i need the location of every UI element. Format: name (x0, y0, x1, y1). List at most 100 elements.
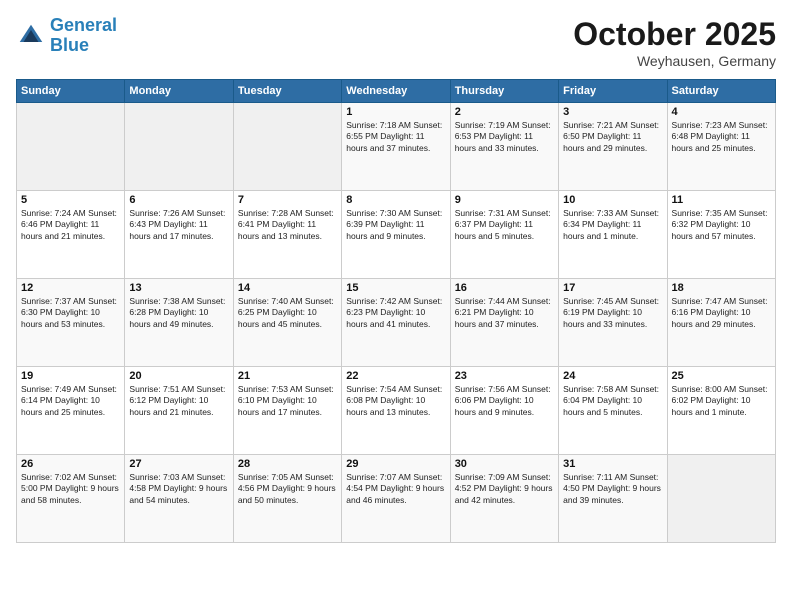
day-cell: 1 Sunrise: 7:18 AM Sunset: 6:55 PM Daylig… (342, 103, 450, 191)
day-number: 30 (455, 458, 554, 470)
day-number: 18 (672, 282, 771, 294)
day-info: Sunrise: 7:30 AM Sunset: 6:39 PM Dayligh… (346, 208, 445, 242)
day-cell: 12 Sunrise: 7:37 AM Sunset: 6:30 PM Dayli… (17, 279, 125, 367)
day-number: 28 (238, 458, 337, 470)
day-cell: 18 Sunrise: 7:47 AM Sunset: 6:16 PM Dayli… (667, 279, 775, 367)
week-row-5: 26 Sunrise: 7:02 AM Sunset: 5:00 PM Dayli… (17, 455, 776, 543)
day-info: Sunrise: 7:58 AM Sunset: 6:04 PM Dayligh… (563, 384, 662, 418)
day-number: 23 (455, 370, 554, 382)
day-number: 3 (563, 106, 662, 118)
day-number: 2 (455, 106, 554, 118)
day-info: Sunrise: 7:23 AM Sunset: 6:48 PM Dayligh… (672, 120, 771, 154)
logo-icon (16, 21, 46, 51)
day-cell: 31Sunrise: 7:11 AM Sunset: 4:50 PM Dayli… (559, 455, 667, 543)
weekday-header-monday: Monday (125, 80, 233, 103)
day-number: 19 (21, 370, 120, 382)
day-info: Sunrise: 7:37 AM Sunset: 6:30 PM Dayligh… (21, 296, 120, 330)
day-number: 11 (672, 194, 771, 206)
day-info: Sunrise: 7:19 AM Sunset: 6:53 PM Dayligh… (455, 120, 554, 154)
day-number: 1 (346, 106, 445, 118)
day-number: 21 (238, 370, 337, 382)
weekday-header-friday: Friday (559, 80, 667, 103)
day-info: Sunrise: 7:44 AM Sunset: 6:21 PM Dayligh… (455, 296, 554, 330)
day-cell: 7Sunrise: 7:28 AM Sunset: 6:41 PM Daylig… (233, 191, 341, 279)
day-info: Sunrise: 7:26 AM Sunset: 6:43 PM Dayligh… (129, 208, 228, 242)
day-number: 22 (346, 370, 445, 382)
day-cell: 22 Sunrise: 7:54 AM Sunset: 6:08 PM Dayli… (342, 367, 450, 455)
day-number: 26 (21, 458, 120, 470)
day-cell (17, 103, 125, 191)
day-info: Sunrise: 7:24 AM Sunset: 6:46 PM Dayligh… (21, 208, 120, 242)
day-cell: 28 Sunrise: 7:05 AM Sunset: 4:56 PM Dayli… (233, 455, 341, 543)
weekday-header-row: SundayMondayTuesdayWednesdayThursdayFrid… (17, 80, 776, 103)
day-number: 8 (346, 194, 445, 206)
day-cell: 9 Sunrise: 7:31 AM Sunset: 6:37 PM Daylig… (450, 191, 558, 279)
day-info: Sunrise: 7:40 AM Sunset: 6:25 PM Dayligh… (238, 296, 337, 330)
day-cell: 11 Sunrise: 7:35 AM Sunset: 6:32 PM Dayli… (667, 191, 775, 279)
day-number: 6 (129, 194, 228, 206)
day-info: Sunrise: 7:09 AM Sunset: 4:52 PM Dayligh… (455, 472, 554, 506)
day-info: Sunrise: 7:35 AM Sunset: 6:32 PM Dayligh… (672, 208, 771, 242)
day-info: Sunrise: 7:49 AM Sunset: 6:14 PM Dayligh… (21, 384, 120, 418)
location: Weyhausen, Germany (573, 53, 776, 69)
weekday-header-wednesday: Wednesday (342, 80, 450, 103)
day-info: Sunrise: 7:02 AM Sunset: 5:00 PM Dayligh… (21, 472, 120, 506)
week-row-3: 12 Sunrise: 7:37 AM Sunset: 6:30 PM Dayli… (17, 279, 776, 367)
day-info: Sunrise: 7:21 AM Sunset: 6:50 PM Dayligh… (563, 120, 662, 154)
logo-text: General Blue (50, 16, 117, 56)
day-number: 15 (346, 282, 445, 294)
day-info: Sunrise: 7:54 AM Sunset: 6:08 PM Dayligh… (346, 384, 445, 418)
day-cell: 23Sunrise: 7:56 AM Sunset: 6:06 PM Dayli… (450, 367, 558, 455)
weekday-header-sunday: Sunday (17, 80, 125, 103)
day-cell: 13Sunrise: 7:38 AM Sunset: 6:28 PM Dayli… (125, 279, 233, 367)
title-block: October 2025 Weyhausen, Germany (573, 16, 776, 69)
day-info: Sunrise: 7:03 AM Sunset: 4:58 PM Dayligh… (129, 472, 228, 506)
day-number: 29 (346, 458, 445, 470)
week-row-1: 1 Sunrise: 7:18 AM Sunset: 6:55 PM Daylig… (17, 103, 776, 191)
day-number: 10 (563, 194, 662, 206)
day-info: Sunrise: 7:05 AM Sunset: 4:56 PM Dayligh… (238, 472, 337, 506)
day-info: Sunrise: 7:51 AM Sunset: 6:12 PM Dayligh… (129, 384, 228, 418)
weekday-header-thursday: Thursday (450, 80, 558, 103)
day-info: Sunrise: 7:07 AM Sunset: 4:54 PM Dayligh… (346, 472, 445, 506)
day-info: Sunrise: 7:53 AM Sunset: 6:10 PM Dayligh… (238, 384, 337, 418)
day-cell (233, 103, 341, 191)
weekday-header-tuesday: Tuesday (233, 80, 341, 103)
day-cell: 27 Sunrise: 7:03 AM Sunset: 4:58 PM Dayli… (125, 455, 233, 543)
day-info: Sunrise: 8:00 AM Sunset: 6:02 PM Dayligh… (672, 384, 771, 418)
day-cell: 17Sunrise: 7:45 AM Sunset: 6:19 PM Dayli… (559, 279, 667, 367)
day-info: Sunrise: 7:33 AM Sunset: 6:34 PM Dayligh… (563, 208, 662, 242)
day-number: 4 (672, 106, 771, 118)
day-info: Sunrise: 7:28 AM Sunset: 6:41 PM Dayligh… (238, 208, 337, 242)
day-number: 12 (21, 282, 120, 294)
day-number: 9 (455, 194, 554, 206)
weekday-header-saturday: Saturday (667, 80, 775, 103)
day-cell: 2 Sunrise: 7:19 AM Sunset: 6:53 PM Daylig… (450, 103, 558, 191)
month-title: October 2025 (573, 16, 776, 53)
day-cell: 10 Sunrise: 7:33 AM Sunset: 6:34 PM Dayli… (559, 191, 667, 279)
day-number: 16 (455, 282, 554, 294)
day-cell: 29 Sunrise: 7:07 AM Sunset: 4:54 PM Dayli… (342, 455, 450, 543)
day-number: 20 (129, 370, 228, 382)
day-cell: 6 Sunrise: 7:26 AM Sunset: 6:43 PM Daylig… (125, 191, 233, 279)
day-cell (125, 103, 233, 191)
day-number: 25 (672, 370, 771, 382)
day-cell: 5Sunrise: 7:24 AM Sunset: 6:46 PM Daylig… (17, 191, 125, 279)
day-info: Sunrise: 7:47 AM Sunset: 6:16 PM Dayligh… (672, 296, 771, 330)
day-info: Sunrise: 7:31 AM Sunset: 6:37 PM Dayligh… (455, 208, 554, 242)
day-number: 13 (129, 282, 228, 294)
logo: General Blue (16, 16, 117, 56)
day-info: Sunrise: 7:18 AM Sunset: 6:55 PM Dayligh… (346, 120, 445, 154)
day-cell: 8 Sunrise: 7:30 AM Sunset: 6:39 PM Daylig… (342, 191, 450, 279)
day-number: 31 (563, 458, 662, 470)
day-number: 24 (563, 370, 662, 382)
day-cell: 3 Sunrise: 7:21 AM Sunset: 6:50 PM Daylig… (559, 103, 667, 191)
day-cell: 14Sunrise: 7:40 AM Sunset: 6:25 PM Dayli… (233, 279, 341, 367)
day-cell: 20 Sunrise: 7:51 AM Sunset: 6:12 PM Dayli… (125, 367, 233, 455)
calendar-table: SundayMondayTuesdayWednesdayThursdayFrid… (16, 79, 776, 543)
day-cell: 24 Sunrise: 7:58 AM Sunset: 6:04 PM Dayli… (559, 367, 667, 455)
week-row-2: 5Sunrise: 7:24 AM Sunset: 6:46 PM Daylig… (17, 191, 776, 279)
day-cell: 30 Sunrise: 7:09 AM Sunset: 4:52 PM Dayli… (450, 455, 558, 543)
day-number: 27 (129, 458, 228, 470)
day-cell: 21 Sunrise: 7:53 AM Sunset: 6:10 PM Dayli… (233, 367, 341, 455)
